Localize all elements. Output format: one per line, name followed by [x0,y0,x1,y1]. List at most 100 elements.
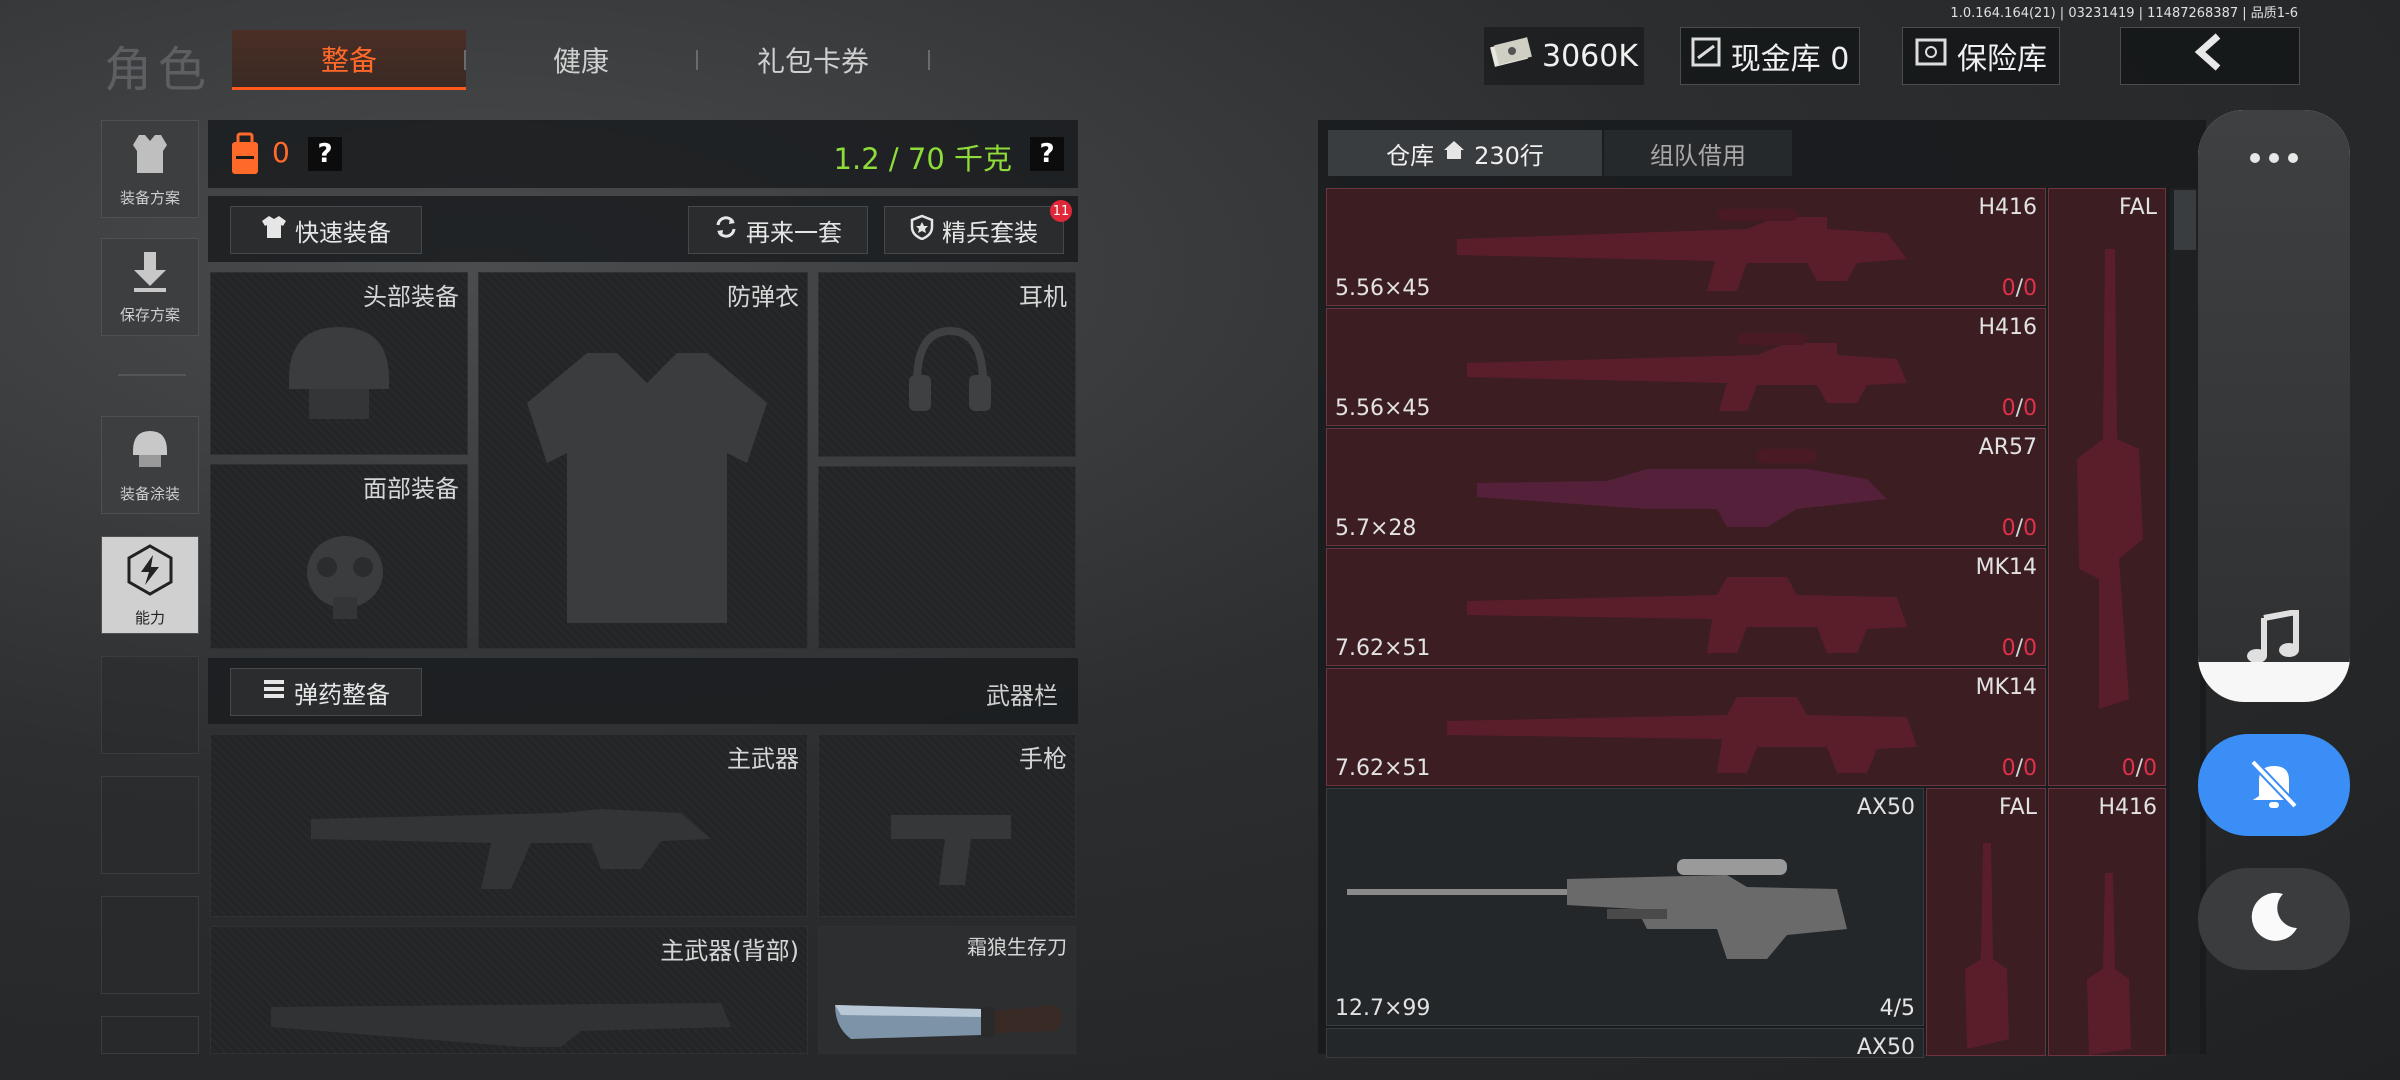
rifle-vertical-icon [1947,839,2027,1055]
currency-amount: 3060K [1541,38,1639,74]
sidebar-item-label: 装备涂装 [119,484,180,503]
refresh-icon [714,215,738,245]
tab-health[interactable]: 健康 [466,30,696,90]
rifle-vertical-icon [2069,869,2149,1055]
knife-icon [831,987,1067,1055]
weapon-item[interactable]: H416 5.56×45 0/0 [1326,308,2046,426]
weapon-item[interactable]: MK14 7.62×51 0/0 [1326,548,2046,666]
music-note-icon[interactable] [2246,608,2302,668]
slot-label: 头部装备 [363,283,459,311]
weapon-name: FAL [1999,795,2037,820]
weapon-item[interactable]: AR57 5.7×28 0/0 [1326,428,2046,546]
weapon-item-tall[interactable]: FAL 0/0 [2048,188,2166,786]
insurance-vault-button[interactable]: 保险库 [1902,27,2060,85]
currency-display[interactable]: 3060K [1484,27,1644,85]
tab-team-borrow[interactable]: 组队借用 [1604,130,1792,176]
slot-label: 主武器 [727,745,799,773]
sidebar-item-skins[interactable]: 装备涂装 [101,416,199,514]
mute-toggle-button[interactable] [2198,734,2350,836]
download-icon [130,250,170,298]
weapon-item-large[interactable]: AX50 12.7×99 4/5 [1326,788,1924,1026]
weapon-count: 0/0 [2001,396,2037,421]
rifle-icon [1447,199,1917,303]
sidebar-item-abilities[interactable]: 能力 [101,536,199,634]
cash-icon [1490,37,1532,75]
elite-set-button[interactable]: 精兵套装 [884,206,1064,254]
weapon-caliber: 5.7×28 [1335,516,1417,541]
primary-weapon-slot[interactable]: 主武器 [210,734,808,917]
shield-icon [910,214,934,246]
weapon-count: 0/0 [2121,756,2157,781]
helmet-silhouette-icon [279,319,399,433]
ammo-list-icon [262,677,286,707]
rifle-vertical-icon [2059,239,2159,743]
pistol-slot[interactable]: 手枪 [818,734,1076,917]
weapon-name: MK14 [1975,675,2037,700]
sidebar-item-label: 能力 [134,608,165,627]
tab-equipment[interactable]: 整备 [232,30,466,90]
weapon-item[interactable]: MK14 7.62×51 0/0 [1326,668,2046,786]
weapon-caliber: 7.62×51 [1335,636,1431,661]
weapon-count: 0/0 [2001,516,2037,541]
weapon-count: 0/0 [2001,276,2037,301]
shirt-icon [261,214,287,246]
elite-set-label: 精兵套装 [942,218,1038,247]
gasmask-silhouette-icon [295,527,395,631]
slot-label: 耳机 [1019,283,1067,311]
primary-weapon-back-slot[interactable]: 主武器(背部) [210,926,808,1054]
body-armor-slot[interactable]: 防弹衣 [478,272,808,649]
tab-warehouse[interactable]: 仓库 230行 [1328,130,1602,176]
tab-gift-coupons[interactable]: 礼包卡券 [698,30,928,90]
back-button[interactable] [2120,27,2300,85]
rifle-silhouette-icon [261,987,741,1051]
sidebar-empty-slot [101,896,199,994]
repeat-set-label: 再来一套 [746,218,842,247]
weapon-count: 4/5 [1879,996,1915,1021]
sidebar-item-label: 装备方案 [119,188,180,207]
slot-label: 面部装备 [363,475,459,503]
sidebar-empty-slot [101,656,199,754]
weapon-item-tall[interactable]: H416 [2048,788,2166,1056]
head-gear-slot[interactable]: 头部装备 [210,272,468,455]
weapon-item-tall[interactable]: FAL [1926,788,2046,1056]
warehouse-rows: 230行 [1474,141,1544,170]
ammo-equip-button[interactable]: 弹药整备 [230,668,422,716]
night-mode-button[interactable] [2198,868,2350,970]
weapon-caliber: 5.56×45 [1335,276,1431,301]
page-title: 角色 [104,42,213,98]
sidebar-item-save-plan[interactable]: 保存方案 [101,238,199,336]
warehouse-scrollbar[interactable] [2170,188,2200,1054]
vest-icon [127,131,173,181]
home-icon [1442,139,1466,167]
knife-slot[interactable]: 霜狼生存刀 [818,926,1076,1054]
notification-badge: 11 [1050,200,1072,222]
scrollbar-thumb[interactable] [2174,190,2196,250]
weapon-count: 0/0 [2001,636,2037,661]
weapon-name: H416 [1978,195,2037,220]
more-dots-icon[interactable] [2248,150,2300,169]
lightning-icon [123,543,177,601]
weapon-item[interactable]: H416 5.56×45 0/0 [1326,188,2046,306]
sidebar-divider [118,374,186,376]
quick-equip-button[interactable]: 快速装备 [230,206,422,254]
headset-silhouette-icon [905,323,995,427]
face-gear-slot[interactable]: 面部装备 [210,464,468,649]
headset-slot[interactable]: 耳机 [818,272,1076,457]
weapon-bar-label: 武器栏 [986,682,1058,710]
weapon-item[interactable]: AX50 [1326,1028,1924,1058]
cash-vault-button[interactable]: 现金库 0 [1680,27,1860,85]
sniper-rifle-icon [1347,849,1867,973]
slot-label: 手枪 [1019,745,1067,773]
bell-muted-icon [2245,754,2303,816]
sidebar-item-loadout-plan[interactable]: 装备方案 [101,120,199,218]
weapon-caliber: 5.56×45 [1335,396,1431,421]
quick-equip-label: 快速装备 [295,218,391,247]
version-info: 1.0.164.164(21) | 03231419 | 11487268387… [1950,6,2298,21]
weapon-name: AX50 [1856,1035,1915,1058]
repeat-set-button[interactable]: 再来一套 [688,206,868,254]
moon-icon [2247,890,2301,948]
help-button[interactable]: ? [308,137,342,171]
weapon-name: MK14 [1975,555,2037,580]
weight-help-button[interactable]: ? [1030,137,1064,171]
rifle-silhouette-icon [301,779,721,903]
